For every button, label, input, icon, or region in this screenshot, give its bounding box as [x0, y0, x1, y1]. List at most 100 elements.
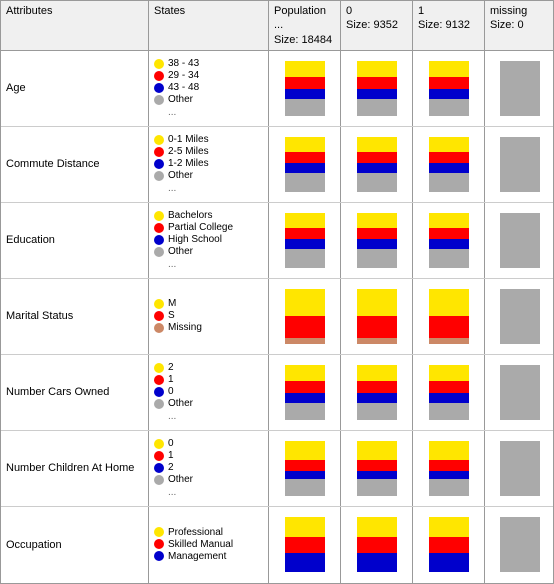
bar-segment	[357, 99, 397, 116]
header-col1: 1 Size: 9132	[413, 1, 485, 50]
state-item: S	[154, 310, 263, 321]
chart-cell	[413, 51, 485, 126]
state-label: 43 - 48	[168, 82, 199, 93]
chart-cell	[341, 507, 413, 583]
state-label: 1	[168, 374, 174, 385]
state-dot	[154, 235, 164, 245]
attribute-cell: Number Cars Owned	[1, 355, 149, 430]
chart-cell	[341, 279, 413, 354]
bar-segment	[285, 239, 325, 249]
attribute-cell: Commute Distance	[1, 127, 149, 202]
chart-cell	[269, 507, 341, 583]
state-item: Other	[154, 474, 263, 485]
bar-segment	[357, 316, 397, 338]
bar-segment	[285, 403, 325, 420]
chart-cell	[269, 279, 341, 354]
bar-segment	[429, 99, 469, 116]
bar-chart	[285, 289, 325, 344]
state-label: Other	[168, 246, 193, 257]
chart-cell	[341, 127, 413, 202]
state-dot	[154, 323, 164, 333]
chart-cell	[269, 127, 341, 202]
bar-segment	[357, 137, 397, 152]
state-item: 0	[154, 386, 263, 397]
bar-segment	[429, 381, 469, 393]
chart-cell	[485, 51, 554, 126]
table-row: EducationBachelorsPartial CollegeHigh Sc…	[1, 203, 553, 279]
states-cell: 38 - 4329 - 3443 - 48Other...	[149, 51, 269, 126]
bar-segment	[285, 152, 325, 163]
bar-segment	[357, 338, 397, 344]
bar-segment	[429, 239, 469, 249]
attribute-cell: Education	[1, 203, 149, 278]
states-ellipsis: ...	[154, 411, 263, 422]
chart-cell	[485, 355, 554, 430]
bar-segment	[285, 228, 325, 239]
bar-segment	[285, 479, 325, 496]
bar-segment	[357, 239, 397, 249]
states-ellipsis: ...	[154, 259, 263, 270]
bar-segment	[285, 213, 325, 228]
state-label: Other	[168, 94, 193, 105]
bar-segment	[429, 163, 469, 173]
bar-segment	[429, 479, 469, 496]
state-label: 1	[168, 450, 174, 461]
state-dot	[154, 463, 164, 473]
state-item: 38 - 43	[154, 58, 263, 69]
state-dot	[154, 223, 164, 233]
gray-block	[500, 289, 540, 344]
bar-segment	[285, 553, 325, 572]
gray-block	[500, 517, 540, 572]
state-dot	[154, 439, 164, 449]
bar-segment	[357, 403, 397, 420]
state-label: 0	[168, 386, 174, 397]
state-item: Partial College	[154, 222, 263, 233]
bar-segment	[357, 471, 397, 479]
table-row: Commute Distance0-1 Miles2-5 Miles1-2 Mi…	[1, 127, 553, 203]
state-label: 2-5 Miles	[168, 146, 209, 157]
state-item: 29 - 34	[154, 70, 263, 81]
bar-segment	[357, 213, 397, 228]
state-item: 0	[154, 438, 263, 449]
chart-cell	[485, 127, 554, 202]
bar-segment	[429, 213, 469, 228]
bar-chart	[285, 365, 325, 420]
state-item: 2	[154, 462, 263, 473]
state-dot	[154, 95, 164, 105]
bar-segment	[429, 403, 469, 420]
state-item: Skilled Manual	[154, 539, 263, 550]
state-dot	[154, 551, 164, 561]
chart-cell	[485, 279, 554, 354]
bar-chart	[429, 213, 469, 268]
attribute-cell: Age	[1, 51, 149, 126]
state-item: Professional	[154, 527, 263, 538]
bar-segment	[357, 289, 397, 317]
bar-segment	[429, 316, 469, 338]
bar-segment	[357, 460, 397, 471]
bar-segment	[357, 365, 397, 382]
state-dot	[154, 527, 164, 537]
state-label: Other	[168, 474, 193, 485]
state-label: S	[168, 310, 175, 321]
bar-segment	[285, 163, 325, 173]
bar-segment	[429, 173, 469, 192]
bar-segment	[285, 89, 325, 99]
header-missing: missing Size: 0	[485, 1, 554, 50]
bar-segment	[357, 441, 397, 460]
states-cell: 012Other...	[149, 431, 269, 506]
state-label: 29 - 34	[168, 70, 199, 81]
header-row: Attributes States Population ... Size: 1…	[1, 1, 553, 51]
bar-segment	[429, 365, 469, 382]
bar-segment	[285, 393, 325, 403]
bar-segment	[429, 152, 469, 163]
state-dot	[154, 311, 164, 321]
state-item: High School	[154, 234, 263, 245]
bar-segment	[429, 471, 469, 479]
state-item: Other	[154, 246, 263, 257]
state-dot	[154, 475, 164, 485]
states-cell: 0-1 Miles2-5 Miles1-2 MilesOther...	[149, 127, 269, 202]
bar-segment	[429, 517, 469, 536]
chart-cell	[269, 203, 341, 278]
state-dot	[154, 363, 164, 373]
state-item: 1	[154, 450, 263, 461]
